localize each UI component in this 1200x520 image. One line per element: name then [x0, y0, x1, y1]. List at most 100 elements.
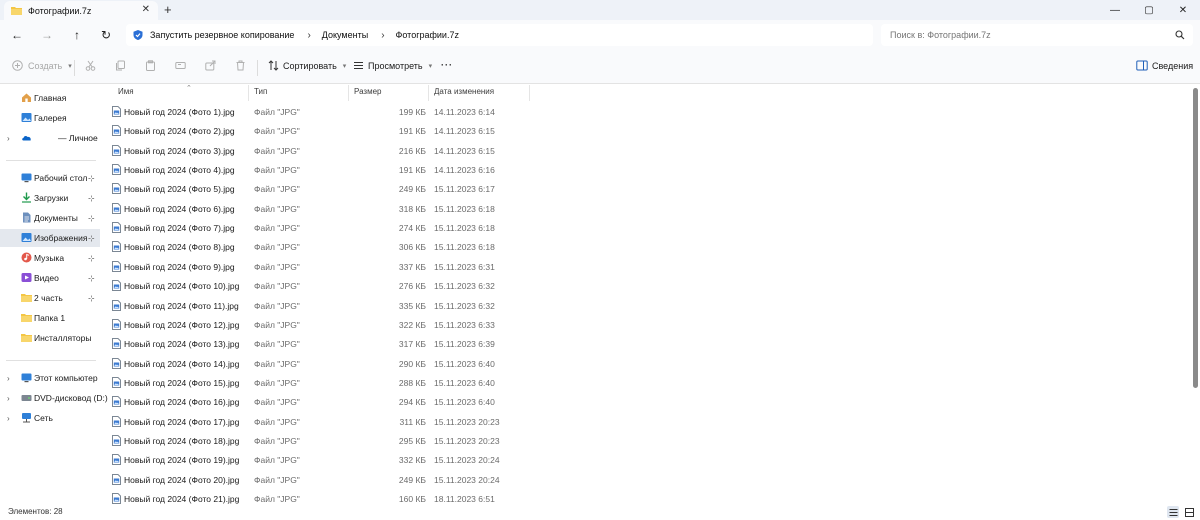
search-input[interactable] — [890, 30, 1160, 40]
sidebar-item-video[interactable]: Видео ⊹ — [0, 269, 100, 287]
sidebar-item-home[interactable]: Главная — [0, 89, 100, 107]
file-row[interactable]: Новый год 2024 (Фото 8).jpg Файл "JPG" 306… — [110, 238, 530, 257]
details-pane-button[interactable]: Сведения — [1136, 60, 1193, 71]
file-type: Файл "JPG" — [254, 281, 300, 292]
file-row[interactable]: Новый год 2024 (Фото 12).jpg Файл "JPG" 32… — [110, 316, 530, 335]
maximize-button[interactable]: ▢ — [1132, 0, 1166, 20]
file-name: Новый год 2024 (Фото 9).jpg — [124, 261, 235, 272]
expand-chevron-icon[interactable]: › — [7, 134, 10, 143]
backup-shield-icon — [133, 30, 143, 40]
backup-link[interactable]: Запустить резервное копирование — [150, 30, 294, 40]
file-row[interactable]: Новый год 2024 (Фото 14).jpg Файл "JPG" 29… — [110, 355, 530, 374]
sidebar-item-documents[interactable]: Документы ⊹ — [0, 209, 100, 227]
create-button[interactable]: Создать ▾ — [12, 60, 72, 71]
file-size: 276 КБ — [398, 281, 426, 292]
tab-close-button[interactable]: ✕ — [142, 4, 150, 15]
file-row[interactable]: Новый год 2024 (Фото 5).jpg Файл "JPG" 249… — [110, 180, 530, 199]
breadcrumb-documents[interactable]: Документы — [322, 30, 368, 40]
toolbar-divider — [257, 60, 258, 76]
file-row[interactable]: Новый год 2024 (Фото 2).jpg Файл "JPG" 191… — [110, 122, 530, 141]
breadcrumb[interactable]: Запустить резервное копирование › Докуме… — [126, 24, 873, 46]
file-row[interactable]: Новый год 2024 (Фото 18).jpg Файл "JPG" 29… — [110, 432, 530, 451]
sidebar-item-dvd[interactable]: › DVD-дисковод (D:) — [0, 389, 108, 407]
tiles-view-button[interactable] — [1183, 506, 1195, 518]
sidebar-item-label: Инсталляторы — [34, 333, 92, 343]
sidebar-item-pictures[interactable]: Изображения ⊹ — [0, 229, 100, 247]
file-row[interactable]: Новый год 2024 (Фото 3).jpg Файл "JPG" 216… — [110, 142, 530, 161]
expand-chevron-icon[interactable]: › — [7, 394, 10, 403]
file-row[interactable]: Новый год 2024 (Фото 19).jpg Файл "JPG" 33… — [110, 451, 530, 470]
file-row[interactable]: Новый год 2024 (Фото 20).jpg Файл "JPG" 24… — [110, 471, 530, 490]
view-button[interactable]: Просмотреть ▾ — [353, 60, 432, 71]
file-row[interactable]: Новый год 2024 (Фото 9).jpg Файл "JPG" 337… — [110, 258, 530, 277]
minimize-button[interactable]: — — [1098, 0, 1132, 20]
new-tab-button[interactable]: + — [164, 2, 172, 17]
column-divider[interactable] — [428, 85, 429, 101]
up-button[interactable]: ↑ — [68, 27, 86, 43]
back-button[interactable]: ← — [8, 27, 26, 43]
file-size: 160 КБ — [398, 494, 426, 504]
trash-icon — [236, 60, 245, 71]
file-row[interactable]: Новый год 2024 (Фото 7).jpg Файл "JPG" 274… — [110, 219, 530, 238]
file-row[interactable]: Новый год 2024 (Фото 15).jpg Файл "JPG" 28… — [110, 374, 530, 393]
file-size: 199 КБ — [398, 107, 426, 117]
file-row[interactable]: Новый год 2024 (Фото 4).jpg Файл "JPG" 191… — [110, 161, 530, 180]
file-row[interactable]: Новый год 2024 (Фото 6).jpg Файл "JPG" 318… — [110, 200, 530, 219]
search-box[interactable] — [881, 24, 1193, 46]
file-size: 311 КБ — [399, 416, 426, 427]
column-divider[interactable] — [348, 85, 349, 101]
sidebar-item-label: DVD-дисковод (D:) — [34, 393, 108, 403]
refresh-button[interactable]: ↻ — [97, 27, 115, 43]
column-name-label: Имя — [118, 87, 134, 96]
file-row[interactable]: Новый год 2024 (Фото 11).jpg Файл "JPG" 33… — [110, 297, 530, 316]
sidebar-item-label: Рабочий стол — [34, 173, 88, 183]
sort-button[interactable]: Сортировать ▾ — [268, 60, 346, 71]
file-row[interactable]: Новый год 2024 (Фото 1).jpg Файл "JPG" 199… — [110, 103, 530, 122]
sidebar-item-onedrive[interactable]: › — Личное — [0, 129, 100, 147]
rename-button[interactable] — [175, 60, 186, 71]
file-row[interactable]: Новый год 2024 (Фото 10).jpg Файл "JPG" 27… — [110, 277, 530, 296]
music-icon — [21, 252, 32, 263]
column-divider[interactable] — [248, 85, 249, 101]
file-row[interactable]: Новый год 2024 (Фото 16).jpg Файл "JPG" 29… — [110, 393, 530, 412]
cut-button[interactable] — [85, 60, 96, 71]
jpg-file-icon — [112, 164, 121, 177]
sidebar-item-desktop[interactable]: Рабочий стол ⊹ — [0, 169, 100, 187]
delete-button[interactable] — [235, 60, 246, 71]
sidebar-item-this-pc[interactable]: › Этот компьютер — [0, 369, 100, 387]
sidebar-item-gallery[interactable]: Галерея — [0, 109, 100, 127]
close-window-button[interactable]: ✕ — [1166, 0, 1200, 20]
details-view-button[interactable] — [1167, 506, 1179, 518]
copy-button[interactable] — [115, 60, 126, 71]
column-header-name[interactable]: Имя ⌃ — [118, 85, 192, 101]
forward-button[interactable]: → — [38, 27, 56, 43]
toolbar-divider — [74, 60, 75, 76]
pin-icon: ⊹ — [88, 193, 95, 203]
folder-icon — [21, 294, 32, 302]
sidebar-item-folder1[interactable]: Папка 1 — [0, 309, 100, 327]
file-row[interactable]: Новый год 2024 (Фото 13).jpg Файл "JPG" 31… — [110, 335, 530, 354]
pin-icon: ⊹ — [88, 253, 95, 263]
folder-icon — [21, 334, 32, 342]
column-header-type[interactable]: Тип — [254, 87, 267, 101]
column-header-date[interactable]: Дата изменения — [434, 87, 494, 101]
file-type: Файл "JPG" — [254, 455, 300, 466]
sidebar-item-network[interactable]: › Сеть — [0, 409, 100, 427]
file-size: 274 КБ — [398, 223, 426, 234]
paste-button[interactable] — [145, 60, 156, 71]
sidebar-item-downloads[interactable]: Загрузки ⊹ — [0, 189, 100, 207]
share-button[interactable] — [205, 60, 216, 71]
expand-chevron-icon[interactable]: › — [7, 374, 10, 383]
tab-active[interactable]: Фотографии.7z ✕ — [4, 1, 158, 20]
file-row[interactable]: Новый год 2024 (Фото 17).jpg Файл "JPG" 31… — [110, 413, 530, 432]
column-divider[interactable] — [529, 85, 530, 101]
column-header-size[interactable]: Размер — [354, 87, 382, 101]
file-type: Файл "JPG" — [254, 184, 300, 195]
sidebar-item-music[interactable]: Музыка ⊹ — [0, 249, 100, 267]
sidebar-item-installers[interactable]: Инсталляторы — [0, 329, 100, 347]
vertical-scrollbar[interactable] — [1193, 88, 1198, 388]
breadcrumb-archive[interactable]: Фотографии.7z — [396, 30, 459, 40]
sidebar-item-folder-part2[interactable]: 2 часть ⊹ — [0, 289, 100, 307]
expand-chevron-icon[interactable]: › — [7, 414, 10, 423]
more-options-button[interactable]: ··· — [441, 60, 453, 70]
